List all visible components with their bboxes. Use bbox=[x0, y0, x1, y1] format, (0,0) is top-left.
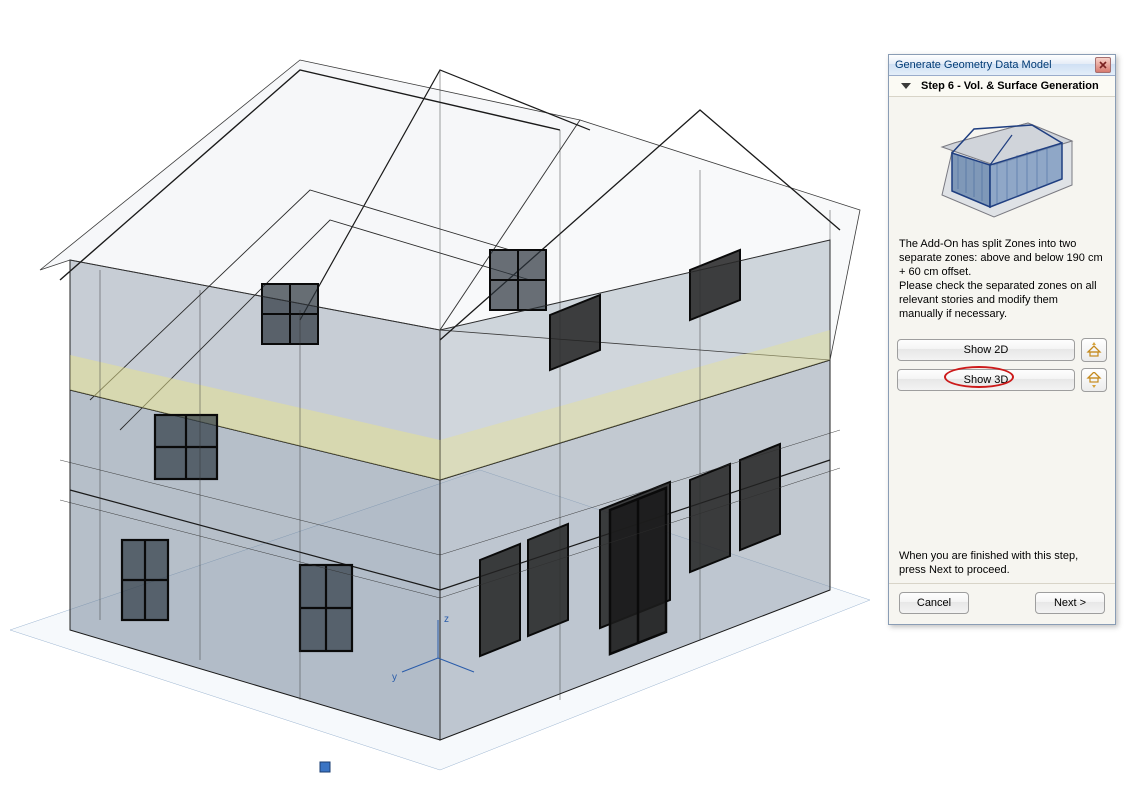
button-label: Next > bbox=[1054, 597, 1086, 609]
description-line-2: Please check the separated zones on all … bbox=[899, 279, 1105, 321]
button-label: Show 3D bbox=[964, 374, 1009, 386]
show-3d-button[interactable]: Show 3D bbox=[897, 369, 1075, 391]
building-wireframe: z y bbox=[0, 0, 870, 796]
preview-illustration bbox=[889, 97, 1115, 231]
story-up-icon bbox=[1086, 342, 1102, 358]
description-line-1: The Add-On has split Zones into two sepa… bbox=[899, 237, 1105, 279]
footer-note: When you are finished with this step, pr… bbox=[889, 545, 1115, 584]
origin-marker bbox=[320, 762, 330, 772]
show-2d-button[interactable]: Show 2D bbox=[897, 339, 1075, 361]
step-header[interactable]: Step 6 - Vol. & Surface Generation bbox=[889, 76, 1115, 97]
close-button[interactable] bbox=[1095, 57, 1111, 73]
close-icon bbox=[1099, 61, 1107, 69]
panel-titlebar[interactable]: Generate Geometry Data Model bbox=[889, 55, 1115, 76]
panel-title: Generate Geometry Data Model bbox=[895, 59, 1052, 71]
svg-text:z: z bbox=[444, 614, 449, 625]
cancel-button[interactable]: Cancel bbox=[899, 592, 969, 614]
step-label: Step 6 - Vol. & Surface Generation bbox=[921, 80, 1099, 92]
button-label: Cancel bbox=[917, 597, 951, 609]
generate-geometry-panel: Generate Geometry Data Model Step 6 - Vo… bbox=[888, 54, 1116, 625]
story-down-icon bbox=[1086, 372, 1102, 388]
description-text: The Add-On has split Zones into two sepa… bbox=[889, 231, 1115, 325]
button-label: Show 2D bbox=[964, 344, 1009, 356]
viewport-3d[interactable]: z y bbox=[0, 0, 870, 796]
next-button[interactable]: Next > bbox=[1035, 592, 1105, 614]
svg-text:y: y bbox=[392, 672, 397, 683]
disclosure-triangle-icon bbox=[901, 83, 911, 89]
door-right bbox=[610, 488, 666, 654]
story-up-button[interactable] bbox=[1081, 338, 1107, 362]
story-down-button[interactable] bbox=[1081, 368, 1107, 392]
